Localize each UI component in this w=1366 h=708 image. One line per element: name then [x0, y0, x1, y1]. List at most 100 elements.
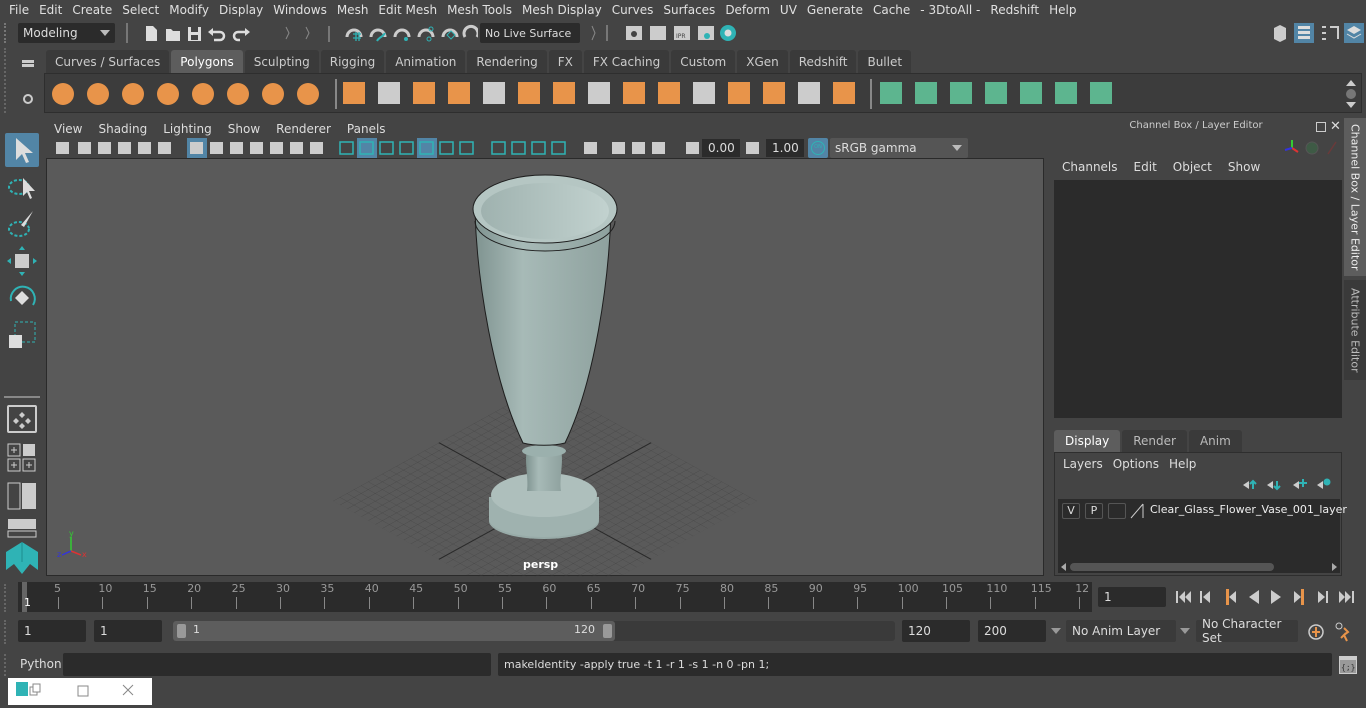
speed-icon[interactable]: [1305, 141, 1319, 155]
step-forward-icon[interactable]: [1318, 591, 1328, 603]
multi-cut-icon[interactable]: [553, 82, 575, 104]
shelf-tab-xgen[interactable]: XGen: [737, 50, 788, 73]
tab-channel-box[interactable]: Channel Box / Layer Editor: [1344, 118, 1366, 276]
undo-icon[interactable]: [208, 28, 226, 42]
ipr-render-icon[interactable]: IPR: [674, 26, 690, 40]
render-current-frame-icon[interactable]: [650, 26, 666, 40]
boolean-icon[interactable]: [518, 82, 540, 104]
safe-action-icon[interactable]: [290, 142, 303, 154]
append-polygon-icon[interactable]: [763, 82, 785, 104]
redo-icon[interactable]: [232, 28, 250, 42]
gamma-icon[interactable]: [746, 142, 759, 154]
menu-select[interactable]: Select: [117, 3, 164, 17]
time-slider[interactable]: 1 5 10 15 20 25 30 35 40 45 50 55 60 65 70 75 80 85 90 95 1…: [18, 582, 1092, 612]
range-slider-track[interactable]: 1 120: [173, 621, 895, 641]
wireframe-icon[interactable]: [339, 141, 354, 155]
character-set-dropdown[interactable]: No Character Set: [1196, 617, 1298, 645]
poly-sphere-icon[interactable]: [52, 83, 74, 105]
tab-attribute-editor[interactable]: Attribute Editor: [1344, 280, 1366, 380]
shelf-menu-icon[interactable]: [22, 60, 34, 63]
poly-cylinder-icon[interactable]: [122, 83, 144, 105]
script-editor-icon[interactable]: {;}: [1338, 655, 1358, 675]
menu-3dtoall[interactable]: - 3DtoAll -: [915, 3, 985, 17]
extract-icon[interactable]: [483, 82, 505, 104]
layer-visibility-toggle[interactable]: V: [1062, 503, 1080, 519]
open-scene-icon[interactable]: [166, 29, 180, 41]
smooth-icon[interactable]: [448, 82, 470, 104]
gate-mask-icon[interactable]: [250, 142, 263, 154]
scroll-down-icon[interactable]: [1346, 102, 1356, 108]
smooth-shade-icon[interactable]: [357, 138, 377, 158]
menu-file[interactable]: File: [4, 3, 34, 17]
play-forwards-icon[interactable]: [1271, 590, 1281, 604]
scroll-left-icon[interactable]: [1061, 563, 1066, 571]
layer-playback-toggle[interactable]: P: [1085, 503, 1103, 519]
color-management-toggle[interactable]: ON: [808, 138, 828, 158]
live-surface-field[interactable]: No Live Surface: [480, 23, 580, 43]
lasso-tool[interactable]: [5, 170, 39, 204]
shelf-tab-custom[interactable]: Custom: [671, 50, 736, 73]
viewport-menu-renderer[interactable]: Renderer: [268, 122, 339, 136]
mirror-icon[interactable]: [413, 82, 435, 104]
layer-color-swatch-icon[interactable]: [1130, 503, 1144, 519]
poly-cone-icon[interactable]: [157, 83, 179, 105]
camera-attributes-icon[interactable]: [78, 142, 91, 154]
bevel-icon[interactable]: [658, 82, 680, 104]
viewport-menu-panels[interactable]: Panels: [339, 122, 394, 136]
go-to-end-icon[interactable]: [1339, 591, 1354, 603]
screen-space-ao-icon[interactable]: [491, 141, 506, 155]
scrollbar-thumb[interactable]: [1070, 563, 1274, 571]
restore-icon[interactable]: [29, 683, 41, 696]
drag-handle[interactable]: [4, 23, 10, 43]
menu-curves[interactable]: Curves: [607, 3, 659, 17]
command-drag-handle[interactable]: [4, 654, 10, 676]
channel-menu-channels[interactable]: Channels: [1054, 160, 1126, 174]
insert-edge-loop-icon[interactable]: [693, 82, 715, 104]
xray-active-icon[interactable]: [632, 142, 645, 154]
range-drag-handle[interactable]: [4, 620, 10, 644]
extrude-icon[interactable]: [588, 82, 610, 104]
2d-pan-zoom-icon[interactable]: [138, 142, 151, 154]
move-tool[interactable]: [5, 244, 39, 278]
modeling-toolkit-icon[interactable]: [1274, 25, 1286, 42]
exposure-icon[interactable]: [686, 142, 699, 154]
close-icon[interactable]: [122, 684, 134, 696]
layer-menu-layers[interactable]: Layers: [1061, 457, 1111, 471]
isolate-select-icon[interactable]: [584, 142, 597, 154]
attribute-editor-toggle-icon[interactable]: [1294, 23, 1314, 43]
command-input[interactable]: [63, 653, 491, 676]
depth-of-field-icon[interactable]: [551, 141, 566, 155]
image-plane-icon[interactable]: [118, 142, 131, 154]
channel-menu-object[interactable]: Object: [1165, 160, 1220, 174]
menu-cache[interactable]: Cache: [868, 3, 915, 17]
snap-point-icon[interactable]: [393, 28, 411, 41]
menu-redshift[interactable]: Redshift: [985, 3, 1044, 17]
persp-graph-layout[interactable]: [7, 518, 37, 538]
menu-display[interactable]: Display: [214, 3, 268, 17]
hud-icon[interactable]: [652, 142, 665, 154]
grid-toggle-icon[interactable]: [187, 138, 207, 158]
move-layer-up-icon[interactable]: [1243, 479, 1257, 489]
layer-name[interactable]: Clear_Glass_Flower_Vase_001_layer: [1150, 503, 1347, 516]
snap-view-plane-icon[interactable]: [441, 28, 459, 40]
hyper-icon[interactable]: [1327, 141, 1337, 155]
shelf-tab-curves-surfaces[interactable]: Curves / Surfaces: [46, 50, 170, 73]
menu-mesh[interactable]: Mesh: [332, 3, 374, 17]
field-chart-icon[interactable]: [270, 142, 283, 154]
snap-curve-icon[interactable]: [369, 28, 387, 42]
close-panel-icon[interactable]: ✕: [1330, 120, 1341, 134]
rotate-tool[interactable]: [5, 281, 39, 315]
shelf-tab-redshift[interactable]: Redshift: [789, 50, 857, 73]
channel-box-toggle-icon[interactable]: [1344, 23, 1364, 43]
script-language-toggle[interactable]: Python: [20, 657, 62, 671]
shelf-scroll-handle[interactable]: [1346, 89, 1356, 99]
shelf-tab-fx[interactable]: FX: [548, 50, 582, 73]
poly-cube-icon[interactable]: [87, 83, 109, 105]
single-pane-layout[interactable]: [7, 405, 37, 433]
range-end-handle[interactable]: [603, 624, 612, 638]
menu-mesh-display[interactable]: Mesh Display: [517, 3, 607, 17]
poly-pipe-icon[interactable]: [297, 83, 319, 105]
current-frame-field[interactable]: 1: [1098, 587, 1166, 607]
wireframe-on-shaded-icon[interactable]: [399, 141, 414, 155]
layer-tab-display[interactable]: Display: [1054, 430, 1121, 452]
